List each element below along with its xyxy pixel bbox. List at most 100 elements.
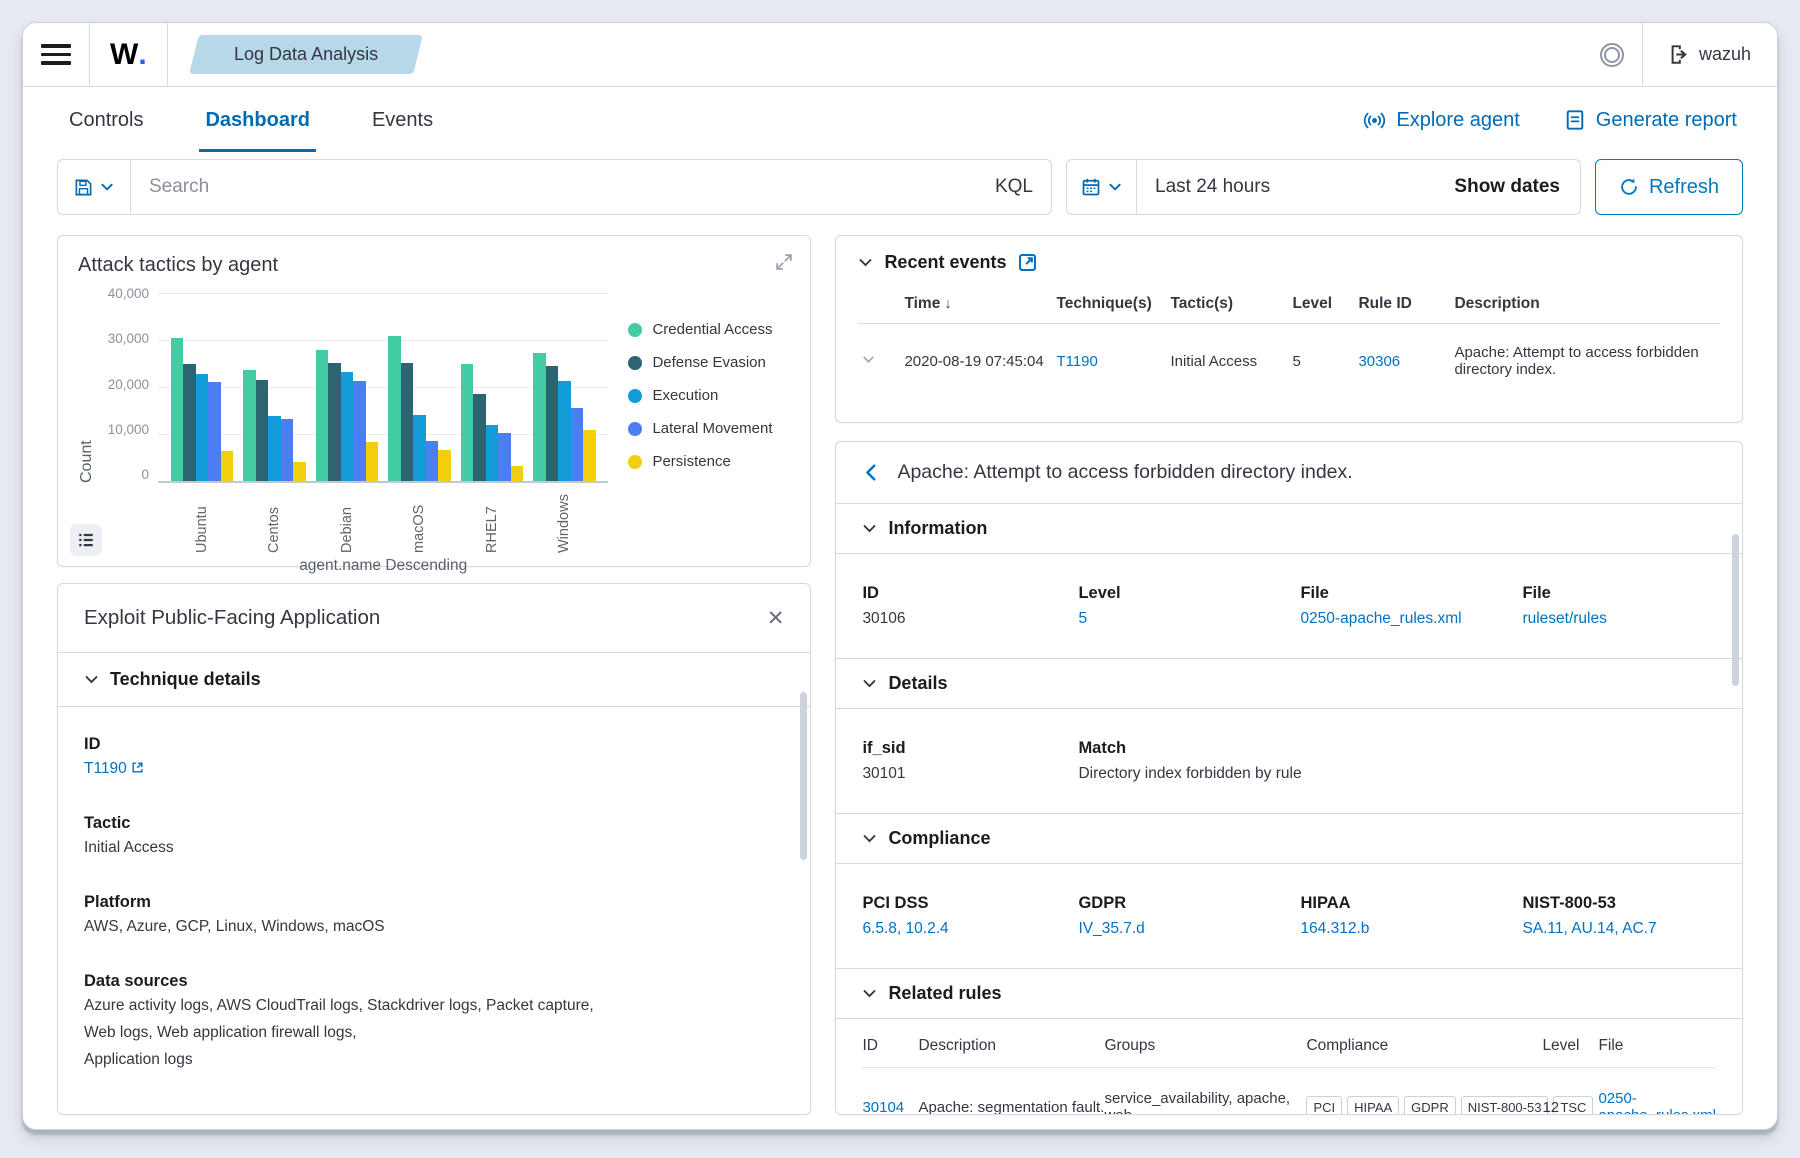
close-icon[interactable]: ✕ <box>767 608 785 629</box>
bar-persistence[interactable] <box>583 430 596 481</box>
gdpr-link[interactable]: IV_35.7.d <box>1078 920 1144 937</box>
hipaa-link[interactable]: 164.312.b <box>1300 920 1369 937</box>
tab-events[interactable]: Events <box>366 89 439 152</box>
details-accordion[interactable]: Details <box>836 658 1742 709</box>
bar-lateral-movement[interactable] <box>353 381 366 481</box>
related-rule-groups: service_availability, apache, web <box>1104 1090 1306 1115</box>
generate-report-button[interactable]: Generate report <box>1564 109 1737 132</box>
explore-agent-button[interactable]: Explore agent <box>1363 109 1519 132</box>
bar-lateral-movement[interactable] <box>571 408 584 481</box>
legend-item-execution[interactable]: Execution <box>628 387 790 404</box>
show-dates-button[interactable]: Show dates <box>1434 176 1580 198</box>
back-button[interactable] <box>862 463 881 482</box>
event-technique-link[interactable]: T1190 <box>1056 353 1097 370</box>
calendar-icon <box>1081 177 1101 197</box>
compliance-accordion[interactable]: Compliance <box>836 813 1742 864</box>
information-accordion[interactable]: Information <box>836 503 1742 554</box>
health-status-button[interactable] <box>1582 23 1642 86</box>
generate-report-label: Generate report <box>1596 109 1737 132</box>
bar-defense-evasion[interactable] <box>473 394 486 481</box>
row-expand-button[interactable] <box>862 353 875 366</box>
data-sources-line: Application logs <box>84 1051 784 1069</box>
rule-file-link[interactable]: 0250-apache_rules.xml <box>1300 610 1461 627</box>
bar-group-macos <box>387 293 451 481</box>
bar-execution[interactable] <box>558 381 571 481</box>
bar-credential-access[interactable] <box>533 353 546 481</box>
event-rule-id-link[interactable]: 30306 <box>1358 353 1400 370</box>
scrollbar-thumb[interactable] <box>800 692 807 860</box>
bar-persistence[interactable] <box>438 450 451 481</box>
info-level: Level 5 <box>1078 584 1300 628</box>
sort-desc-icon: ↓ <box>945 295 952 311</box>
tab-controls[interactable]: Controls <box>63 89 149 152</box>
col-time[interactable]: Time ↓ <box>900 285 1052 324</box>
time-range-value[interactable]: Last 24 hours <box>1137 176 1288 198</box>
chevron-down-icon <box>862 676 877 691</box>
bar-execution[interactable] <box>486 425 499 481</box>
x-axis-title: agent.name Descending <box>158 557 608 575</box>
field-tactic: Tactic Initial Access <box>84 814 784 857</box>
nist-link[interactable]: SA.11, AU.14, AC.7 <box>1522 920 1656 937</box>
legend-item-lateral-movement[interactable]: Lateral Movement <box>628 420 790 437</box>
bar-credential-access[interactable] <box>316 350 329 481</box>
tab-dashboard[interactable]: Dashboard <box>199 89 315 152</box>
bar-credential-access[interactable] <box>243 370 256 481</box>
legend-item-persistence[interactable]: Persistence <box>628 453 790 470</box>
bar-execution[interactable] <box>196 374 209 481</box>
related-rule-row: 30104 Apache: segmentation fault. servic… <box>862 1068 1716 1115</box>
search-input[interactable] <box>131 160 977 214</box>
bar-defense-evasion[interactable] <box>328 363 341 481</box>
scrollbar-thumb[interactable] <box>1732 534 1739 686</box>
bar-defense-evasion[interactable] <box>183 364 196 481</box>
legend-toggle-button[interactable] <box>70 524 102 556</box>
recent-events-accordion[interactable]: Recent events <box>858 252 1036 273</box>
technique-id-link[interactable]: T1190 <box>84 760 127 777</box>
bar-defense-evasion[interactable] <box>256 380 269 481</box>
related-rules-accordion[interactable]: Related rules <box>836 968 1742 1019</box>
bar-execution[interactable] <box>268 416 281 481</box>
related-rule-id-link[interactable]: 30104 <box>862 1099 904 1116</box>
bar-credential-access[interactable] <box>461 364 474 481</box>
refresh-button[interactable]: Refresh <box>1595 159 1743 215</box>
saved-queries-button[interactable] <box>58 160 131 214</box>
x-tick-label: Ubuntu <box>194 489 210 553</box>
bar-persistence[interactable] <box>366 442 379 481</box>
bar-execution[interactable] <box>341 372 354 482</box>
detail-match: Match Directory index forbidden by rule <box>1078 739 1716 783</box>
bar-defense-evasion[interactable] <box>401 363 414 481</box>
y-axis-title: Count <box>78 293 96 483</box>
bar-lateral-movement[interactable] <box>281 419 294 481</box>
event-row: 2020-08-19 07:45:04 T1190 Initial Access… <box>858 324 1720 389</box>
legend-item-credential-access[interactable]: Credential Access <box>628 321 790 338</box>
open-external-icon[interactable] <box>1018 253 1037 272</box>
col-tactic: Tactic(s) <box>1166 285 1288 324</box>
menu-button[interactable] <box>23 23 89 86</box>
rule-path-link[interactable]: ruleset/rules <box>1522 610 1606 627</box>
bar-credential-access[interactable] <box>388 336 401 481</box>
rule-detail-title: Apache: Attempt to access forbidden dire… <box>897 461 1352 484</box>
bar-lateral-movement[interactable] <box>498 433 511 481</box>
search-bar: KQL Last 24 hours Show dates Refresh <box>57 159 1743 215</box>
bar-defense-evasion[interactable] <box>546 366 559 481</box>
wazuh-logo[interactable]: W. <box>90 23 167 86</box>
account-menu-button[interactable]: wazuh <box>1643 23 1777 86</box>
y-tick-label: 20,000 <box>108 377 149 392</box>
expand-chart-button[interactable] <box>774 252 794 272</box>
bar-persistence[interactable] <box>221 451 234 481</box>
bar-lateral-movement[interactable] <box>426 441 439 481</box>
bar-persistence[interactable] <box>293 462 306 481</box>
level-link[interactable]: 5 <box>1078 610 1087 627</box>
bar-persistence[interactable] <box>511 466 524 481</box>
bar-execution[interactable] <box>413 415 426 481</box>
breadcrumb[interactable]: Log Data Analysis <box>189 35 423 74</box>
related-rule-file-link[interactable]: 0250-apache_rules.xml <box>1598 1090 1716 1115</box>
legend-item-defense-evasion[interactable]: Defense Evasion <box>628 354 790 371</box>
technique-details-accordion[interactable]: Technique details <box>58 653 810 707</box>
chart-legend: Credential Access Defense Evasion Executio… <box>608 293 790 575</box>
pci-link[interactable]: 6.5.8, 10.2.4 <box>862 920 948 937</box>
bar-credential-access[interactable] <box>171 338 184 481</box>
kql-toggle[interactable]: KQL <box>977 160 1051 214</box>
bar-lateral-movement[interactable] <box>208 382 221 481</box>
calendar-button[interactable] <box>1067 160 1137 214</box>
related-rules-table: ID Description Groups Compliance Level F… <box>836 1019 1742 1115</box>
